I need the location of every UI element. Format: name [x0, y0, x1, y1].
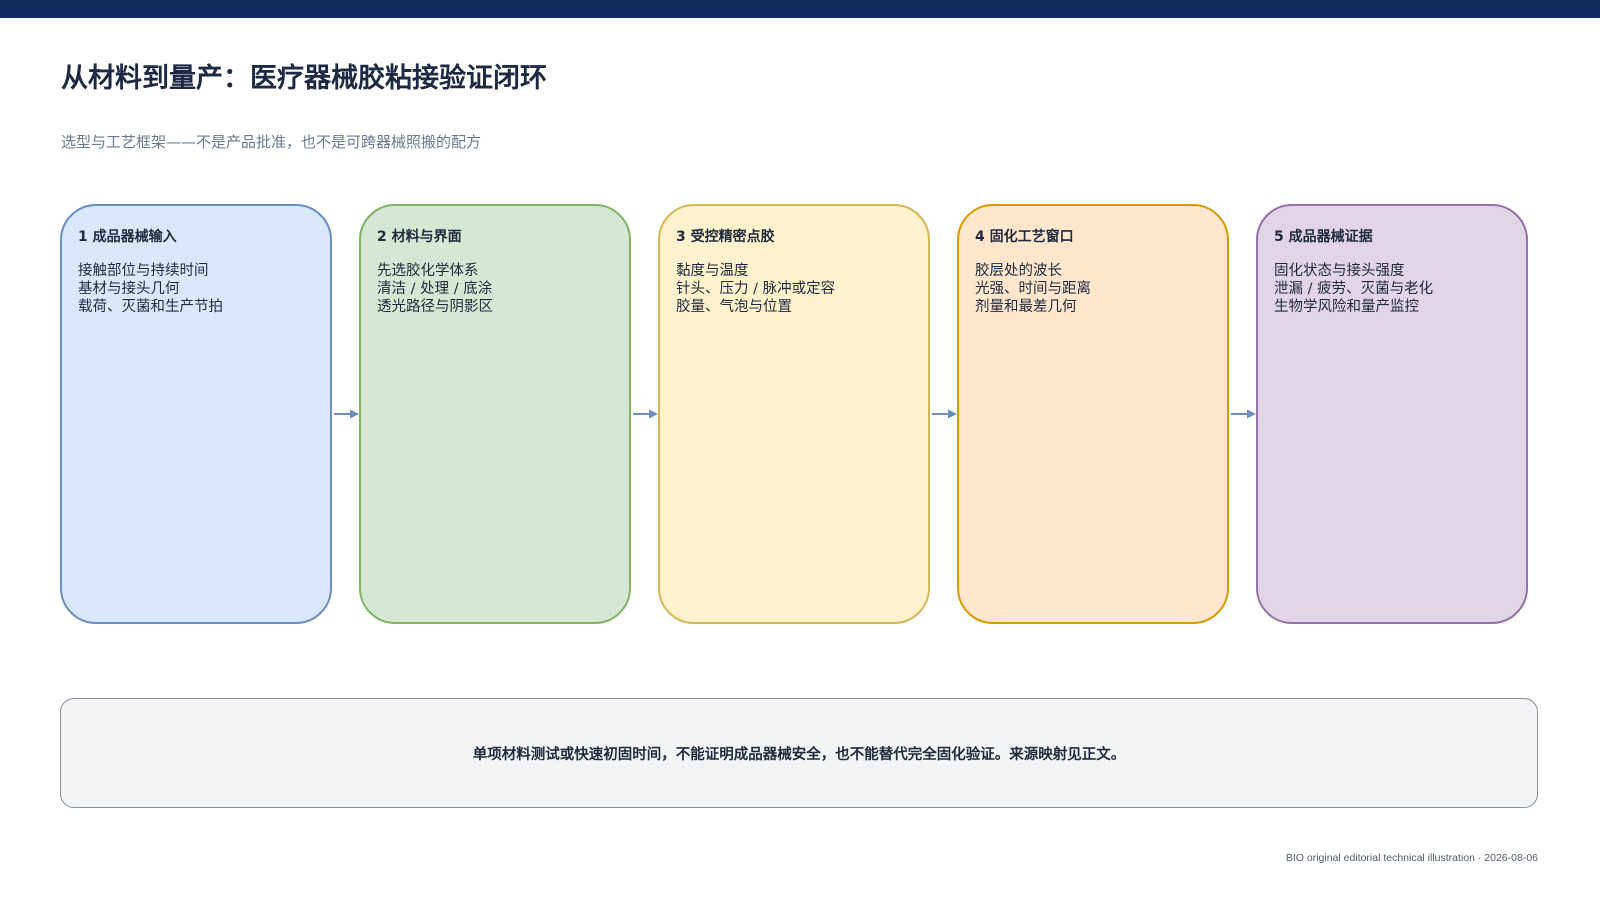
stage-title: 1 成品器械输入 [78, 229, 177, 245]
stage-2-material-interface: 2 材料与界面 先选胶化学体系 清洁 / 处理 / 底涂 透光路径与阴影区 [359, 204, 631, 624]
arrow-3-to-4 [932, 409, 957, 419]
stage-1-device-input: 1 成品器械输入 接触部位与持续时间 基材与接头几何 载荷、灭菌和生产节拍 [60, 204, 332, 624]
stage-line: 接触部位与持续时间 [78, 263, 209, 279]
stage-line: 载荷、灭菌和生产节拍 [78, 299, 223, 315]
stage-title: 5 成品器械证据 [1274, 229, 1373, 245]
arrow-4-to-5 [1231, 409, 1256, 419]
disclaimer-note-text: 单项材料测试或快速初固时间，不能证明成品器械安全，也不能替代完全固化验证。来源映… [472, 746, 1126, 763]
stage-line: 先选胶化学体系 [377, 263, 479, 279]
stage-3-precision-dispensing: 3 受控精密点胶 黏度与温度 针头、压力 / 脉冲或定容 胶量、气泡与位置 [658, 204, 930, 624]
stage-line: 光强、时间与距离 [975, 281, 1091, 297]
page-title: 从材料到量产：医疗器械胶粘接验证闭环 [61, 63, 547, 94]
stage-title: 4 固化工艺窗口 [975, 229, 1074, 245]
arrow-2-to-3 [633, 409, 658, 419]
disclaimer-note-box: 单项材料测试或快速初固时间，不能证明成品器械安全，也不能替代完全固化验证。来源映… [60, 698, 1538, 808]
stage-title: 2 材料与界面 [377, 229, 462, 245]
footer-credit: BIO original editorial technical illustr… [1285, 852, 1538, 864]
stage-title: 3 受控精密点胶 [676, 229, 775, 245]
stage-5-device-evidence: 5 成品器械证据 固化状态与接头强度 泄漏 / 疲劳、灭菌与老化 生物学风险和量… [1256, 204, 1528, 624]
page-subtitle: 选型与工艺框架——不是产品批准，也不是可跨器械照搬的配方 [61, 133, 482, 151]
stage-line: 剂量和最差几何 [975, 299, 1077, 315]
stage-line: 泄漏 / 疲劳、灭菌与老化 [1274, 281, 1434, 297]
stage-line: 基材与接头几何 [78, 281, 180, 297]
stage-line: 针头、压力 / 脉冲或定容 [676, 281, 836, 297]
stage-line: 固化状态与接头强度 [1274, 263, 1405, 279]
stage-line: 黏度与温度 [676, 263, 749, 279]
stage-line: 透光路径与阴影区 [377, 299, 493, 315]
stage-line: 清洁 / 处理 / 底涂 [377, 281, 493, 297]
stage-line: 胶层处的波长 [975, 263, 1062, 279]
stage-line: 生物学风险和量产监控 [1274, 299, 1419, 315]
stage-4-curing-window: 4 固化工艺窗口 胶层处的波长 光强、时间与距离 剂量和最差几何 [957, 204, 1229, 624]
arrow-1-to-2 [334, 409, 359, 419]
stage-line: 胶量、气泡与位置 [676, 299, 792, 315]
top-accent-bar [0, 0, 1600, 18]
